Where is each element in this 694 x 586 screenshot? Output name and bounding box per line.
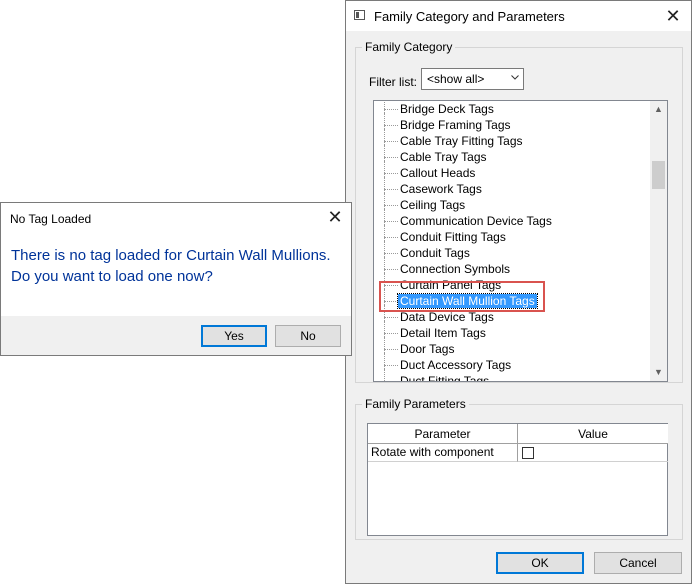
no-tag-message: There is no tag loaded for Curtain Wall … bbox=[11, 247, 331, 285]
family-dialog-title: Family Category and Parameters bbox=[374, 9, 565, 24]
family-category-group: Family Category Filter list: <show all> … bbox=[355, 40, 683, 383]
category-list-item-label: Bridge Framing Tags bbox=[400, 118, 511, 132]
tree-connector bbox=[384, 269, 398, 270]
tree-connector bbox=[384, 125, 398, 126]
category-list-item[interactable]: Casework Tags bbox=[374, 177, 650, 201]
window-app-icon bbox=[354, 10, 365, 20]
tree-connector bbox=[384, 109, 398, 110]
scroll-down-icon[interactable]: ▼ bbox=[650, 364, 667, 381]
family-dialog-titlebar: Family Category and Parameters ✕ bbox=[346, 1, 691, 31]
tree-connector bbox=[384, 221, 398, 222]
family-parameters-group-label: Family Parameters bbox=[362, 397, 469, 411]
family-category-group-label: Family Category bbox=[362, 40, 456, 54]
category-list-item[interactable]: Cable Tray Tags bbox=[374, 145, 650, 169]
category-list-item-label: Duct Fitting Tags bbox=[400, 374, 490, 381]
category-list-item-label: Cable Tray Tags bbox=[400, 150, 487, 164]
no-tag-loaded-dialog: No Tag Loaded ✕ There is no tag loaded f… bbox=[0, 202, 352, 356]
category-list-item-label: Door Tags bbox=[400, 342, 455, 356]
category-list-item[interactable]: Connection Symbols bbox=[374, 257, 650, 281]
chevron-down-icon bbox=[511, 75, 519, 80]
category-list-item[interactable]: Conduit Tags bbox=[374, 241, 650, 265]
tree-connector bbox=[384, 349, 398, 350]
filter-list-value: <show all> bbox=[427, 72, 485, 86]
category-list-item[interactable]: Communication Device Tags bbox=[374, 209, 650, 233]
category-list-item-label: Connection Symbols bbox=[400, 262, 511, 276]
tree-connector bbox=[384, 253, 398, 254]
category-list-item[interactable]: Door Tags bbox=[374, 337, 650, 361]
tree-connector bbox=[384, 237, 398, 238]
tree-connector bbox=[384, 365, 398, 366]
tree-connector bbox=[384, 173, 398, 174]
category-list-item[interactable]: Ceiling Tags bbox=[374, 193, 650, 217]
category-list-item[interactable]: Bridge Deck Tags bbox=[374, 101, 650, 121]
tree-connector bbox=[384, 205, 398, 206]
filter-list-label: Filter list: bbox=[369, 75, 417, 89]
ok-button[interactable]: OK bbox=[496, 552, 584, 574]
parameter-column-header[interactable]: Parameter bbox=[368, 424, 518, 444]
filter-list-select[interactable]: <show all> bbox=[421, 68, 524, 90]
category-list-item-label: Ceiling Tags bbox=[400, 198, 466, 212]
category-list-item-label: Casework Tags bbox=[400, 182, 482, 196]
no-tag-dialog-title: No Tag Loaded bbox=[10, 212, 92, 226]
category-list-item-label: Conduit Tags bbox=[400, 246, 470, 260]
category-list-item[interactable]: Callout Heads bbox=[374, 161, 650, 185]
cancel-button[interactable]: Cancel bbox=[594, 552, 682, 574]
tree-connector bbox=[384, 369, 385, 381]
category-list: Bridge Deck Tags Bridge Framing Tags Cable… bbox=[374, 101, 650, 381]
no-button[interactable]: No bbox=[275, 325, 341, 347]
category-list-item[interactable]: Conduit Fitting Tags bbox=[374, 225, 650, 249]
scroll-up-icon[interactable]: ▲ bbox=[650, 101, 667, 118]
category-list-item-label: Detail Item Tags bbox=[400, 326, 486, 340]
close-icon[interactable]: ✕ bbox=[327, 208, 343, 226]
no-tag-dialog-content: No Tag Loaded ✕ There is no tag loaded f… bbox=[1, 203, 351, 316]
parameters-table: Parameter Value Rotate with component bbox=[367, 423, 668, 536]
parameter-name-cell: Rotate with component bbox=[368, 444, 518, 462]
vertical-scrollbar[interactable]: ▲ ▼ bbox=[650, 101, 667, 381]
category-list-item-label: Callout Heads bbox=[400, 166, 476, 180]
selection-highlight-annotation bbox=[379, 281, 545, 312]
rotate-with-component-checkbox[interactable] bbox=[522, 447, 534, 459]
category-list-item-label: Bridge Deck Tags bbox=[400, 102, 494, 116]
category-list-item-label: Duct Accessory Tags bbox=[400, 358, 512, 372]
category-list-item[interactable]: Detail Item Tags bbox=[374, 321, 650, 345]
tree-connector bbox=[384, 141, 398, 142]
category-list-item[interactable]: Duct Accessory Tags bbox=[374, 353, 650, 377]
value-column-header[interactable]: Value bbox=[518, 424, 668, 444]
close-icon[interactable]: ✕ bbox=[665, 7, 681, 25]
tree-connector bbox=[384, 157, 398, 158]
tree-connector bbox=[384, 189, 398, 190]
family-parameters-group: Family Parameters Parameter Value Rotate… bbox=[355, 397, 683, 540]
category-listbox[interactable]: Bridge Deck Tags Bridge Framing Tags Cable… bbox=[373, 100, 668, 382]
category-list-item-label: Cable Tray Fitting Tags bbox=[400, 134, 523, 148]
category-list-item[interactable]: Duct Fitting Tags bbox=[374, 369, 650, 381]
parameter-value-cell[interactable] bbox=[518, 444, 668, 462]
tree-connector bbox=[384, 333, 398, 334]
category-list-item[interactable]: Cable Tray Fitting Tags bbox=[374, 129, 650, 153]
yes-button[interactable]: Yes bbox=[201, 325, 267, 347]
category-list-item-label: Communication Device Tags bbox=[400, 214, 552, 228]
scroll-thumb[interactable] bbox=[652, 161, 665, 189]
category-list-item[interactable]: Bridge Framing Tags bbox=[374, 113, 650, 137]
category-list-item-label: Data Device Tags bbox=[400, 310, 494, 324]
category-list-item-label: Conduit Fitting Tags bbox=[400, 230, 506, 244]
tree-connector bbox=[384, 317, 398, 318]
